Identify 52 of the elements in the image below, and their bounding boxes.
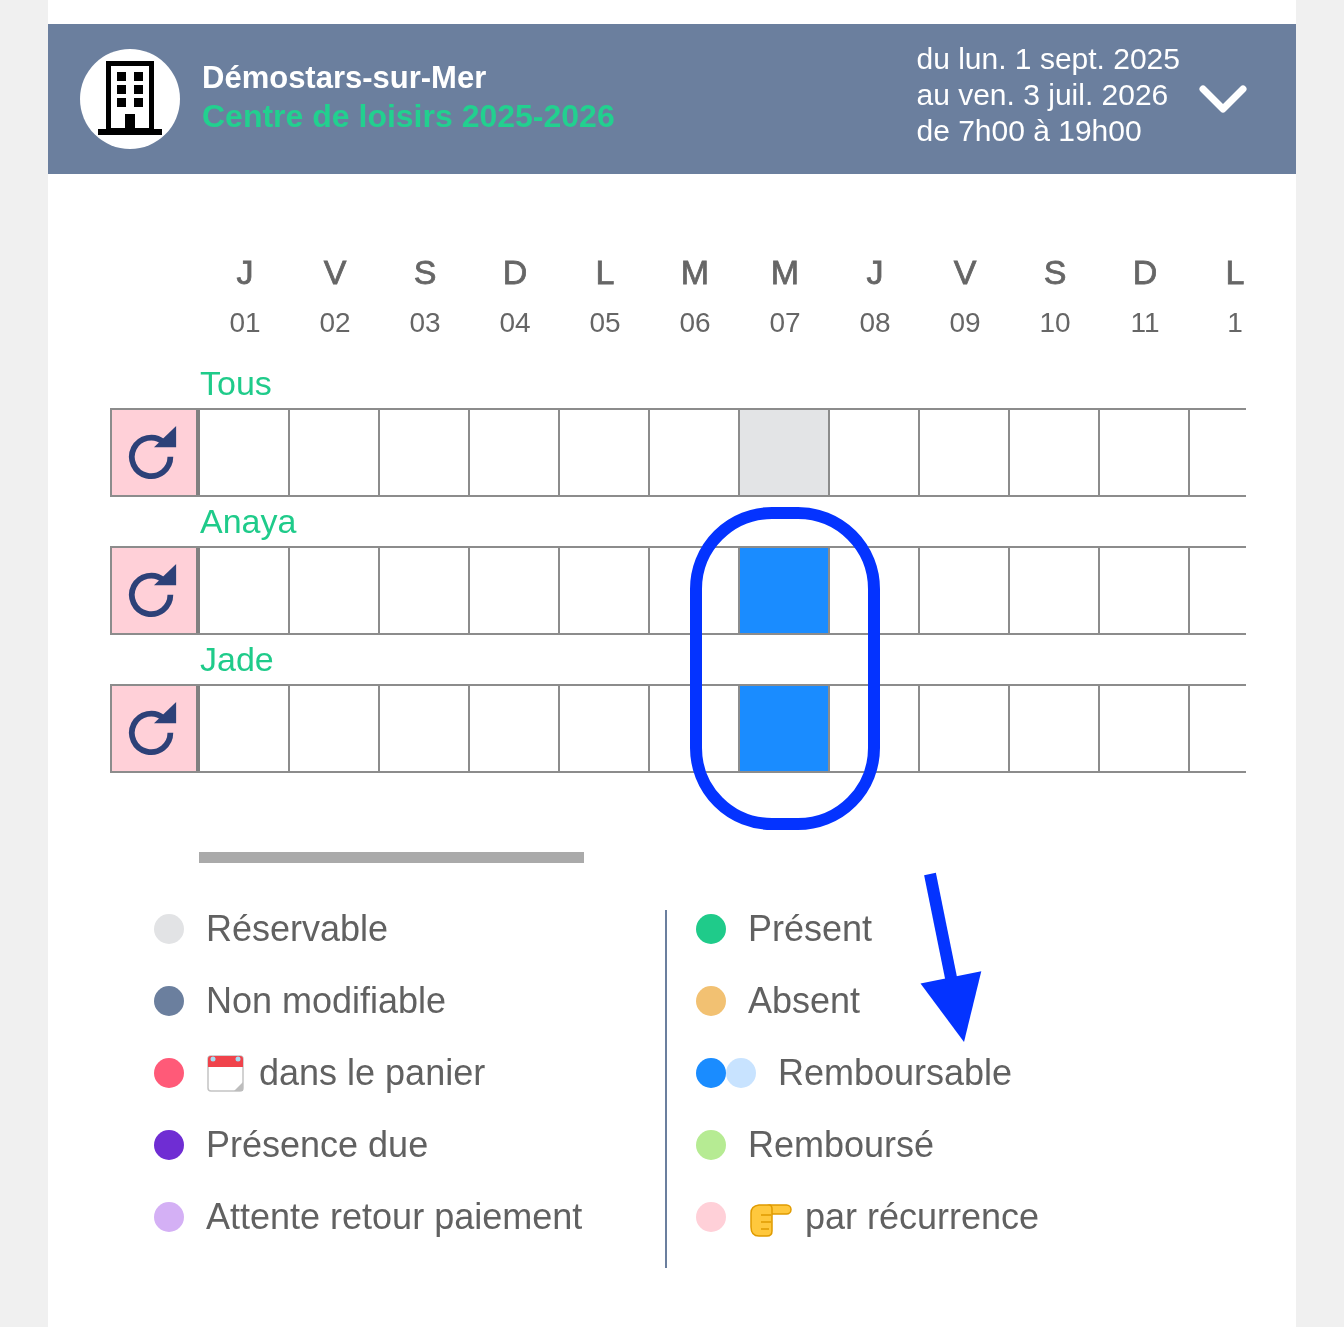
day-number: 06 — [679, 306, 711, 340]
legend-label: Présent — [748, 907, 873, 951]
row-label: Jade — [200, 639, 274, 680]
weekday-letter: S — [413, 252, 437, 293]
weekday-letter: D — [1132, 252, 1158, 293]
day-number: 11 — [1130, 306, 1160, 340]
weekday-letter: L — [1225, 252, 1245, 293]
calendar-icon — [206, 1053, 246, 1093]
day-number: 04 — [499, 306, 531, 340]
recurrence-button[interactable] — [110, 686, 200, 771]
weekday-letter: J — [236, 252, 254, 293]
legend-label: Remboursé — [748, 1123, 935, 1167]
period-line: au ven. 3 juil. 2026 — [916, 77, 1170, 113]
weekday-letter: J — [866, 252, 884, 293]
legend-label: dans le panier — [259, 1051, 486, 1095]
day-number: 09 — [949, 306, 981, 340]
day-number: 02 — [319, 306, 351, 340]
legend-label: Absent — [748, 979, 861, 1023]
row-label: Anaya — [200, 501, 297, 542]
place-name: Démostars-sur-Mer — [202, 59, 488, 97]
chevron-down-icon[interactable] — [1198, 84, 1248, 114]
day-cell[interactable] — [740, 548, 830, 633]
legend-label: Non modifiable — [206, 979, 447, 1023]
day-number: 10 — [1039, 306, 1071, 340]
weekday-letter: M — [680, 252, 710, 293]
legend-label: par récurrence — [805, 1195, 1040, 1239]
recurrence-button[interactable] — [110, 410, 200, 495]
weekday-letter: V — [323, 252, 347, 293]
legend-label: Attente retour paiement — [206, 1195, 583, 1239]
row-label: Tous — [200, 363, 272, 404]
activity-name: Centre de loisirs 2025-2026 — [202, 97, 615, 136]
period-line: du lun. 1 sept. 2025 — [916, 41, 1180, 77]
day-number: 03 — [409, 306, 441, 340]
day-cell[interactable] — [740, 410, 830, 495]
weekday-letter: D — [502, 252, 528, 293]
building-icon — [80, 49, 180, 149]
recurrence-button[interactable] — [110, 548, 200, 633]
weekday-letter: M — [770, 252, 800, 293]
weekday-letter: V — [953, 252, 977, 293]
weekday-letter: L — [595, 252, 615, 293]
day-cell[interactable] — [740, 686, 830, 771]
legend-label: Réservable — [206, 907, 389, 951]
scrollbar[interactable] — [199, 852, 584, 863]
legend-label: Remboursable — [778, 1051, 1013, 1095]
day-number: 01 — [229, 306, 261, 340]
day-number: 1 — [1227, 306, 1243, 340]
legend-label: Présence due — [206, 1123, 429, 1167]
day-number: 05 — [589, 306, 621, 340]
day-number: 07 — [769, 306, 801, 340]
period-line: de 7h00 à 19h00 — [916, 113, 1143, 149]
weekday-letter: S — [1043, 252, 1067, 293]
day-number: 08 — [859, 306, 891, 340]
